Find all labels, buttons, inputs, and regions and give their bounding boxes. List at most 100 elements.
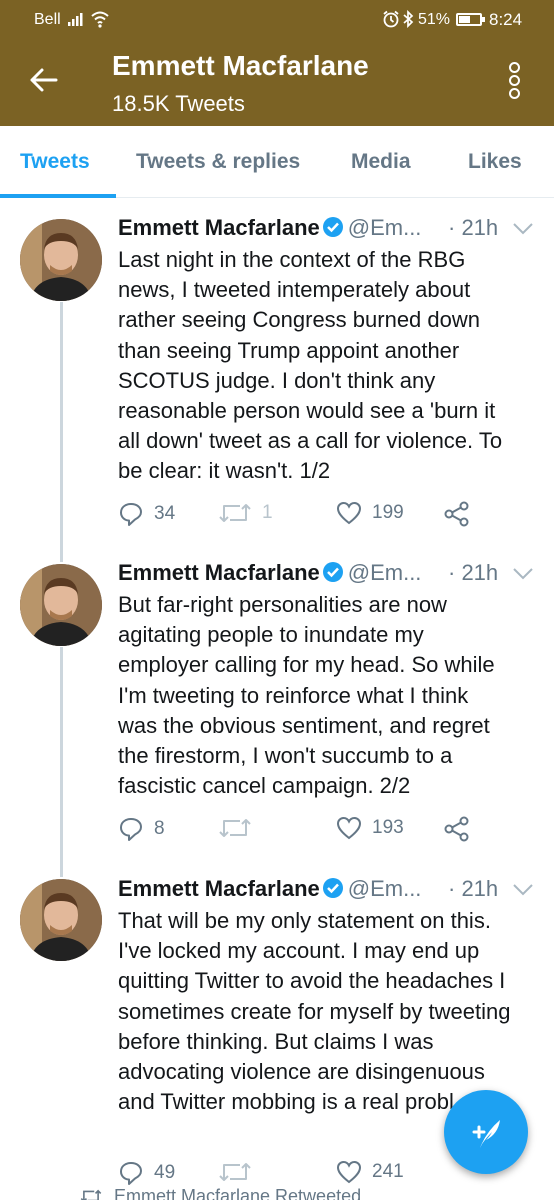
chevron-down-icon[interactable] <box>512 883 534 897</box>
retweet-icon <box>219 1163 251 1181</box>
avatar[interactable] <box>20 879 102 961</box>
share-icon[interactable] <box>444 816 470 842</box>
reply-icon <box>120 503 142 526</box>
reply-icon <box>120 818 142 841</box>
reply-count: 34 <box>154 503 176 524</box>
tweet-actions: 34 1 199 <box>118 501 538 531</box>
heart-icon <box>336 501 362 525</box>
tweet-line: employer calling for my head. So while <box>118 652 495 678</box>
tweet-count: 18.5K Tweets <box>112 91 245 116</box>
reply-icon <box>120 1162 142 1185</box>
like-button[interactable]: 241 <box>336 1160 404 1184</box>
retweet-icon <box>219 504 251 522</box>
status-bar: Bell 51% 8:24 <box>0 0 554 40</box>
tweet-line: be clear: it wasn't. 1/2 <box>118 458 331 484</box>
tweet-text: But far-right personalities are now agit… <box>118 590 538 801</box>
tweet-line: sometimes create for myself by tweeting <box>118 998 511 1024</box>
thread-connector <box>60 302 63 562</box>
retweeted-note: Emmett Macfarlane Retweeted <box>80 1186 361 1200</box>
reply-button[interactable]: 49 <box>118 1160 175 1186</box>
tweet-line: fascistic cancel campaign. 2/2 <box>118 773 411 799</box>
like-count: 241 <box>372 1161 404 1182</box>
tweet-line: I've locked my account. I may end up <box>118 938 480 964</box>
tweet-line: advocating violence are disingenuous <box>118 1059 485 1085</box>
battery-icon <box>456 13 485 26</box>
tweet-handle: @Em... <box>347 876 422 901</box>
tweet-line: Last night in the context of the RBG <box>118 247 466 272</box>
share-icon[interactable] <box>444 501 470 527</box>
avatar[interactable] <box>20 219 102 301</box>
retweet-button[interactable]: 1 <box>218 501 273 525</box>
thread-connector <box>60 647 63 877</box>
tweet-line: agitating people to inundate my <box>118 622 424 648</box>
heart-icon <box>336 1160 362 1184</box>
verified-badge-icon <box>322 217 343 237</box>
tweet-text: That will be my only statement on this. … <box>118 906 538 1117</box>
chevron-down-icon[interactable] <box>512 222 534 236</box>
battery-percent: 51% <box>418 11 451 28</box>
tab-media[interactable]: Media <box>351 150 411 174</box>
wifi-icon <box>91 11 109 28</box>
tweet-time: · 21h <box>448 560 499 585</box>
reply-button[interactable]: 34 <box>118 501 175 527</box>
tweet-header: Emmett Macfarlane @Em... <box>118 876 421 902</box>
retweeted-label: Emmett Macfarlane Retweeted <box>114 1186 362 1200</box>
signal-icon <box>68 13 83 26</box>
tab-tweets[interactable]: Tweets <box>20 150 90 174</box>
bluetooth-icon <box>403 10 414 28</box>
tab-tweets-replies[interactable]: Tweets & replies <box>136 150 300 174</box>
chevron-down-icon[interactable] <box>512 567 534 581</box>
tweet-line: than seeing Trump appoint another <box>118 337 460 363</box>
tweet-line: all down' tweet as a call for violence. … <box>118 428 503 454</box>
compose-tweet-button[interactable] <box>444 1090 528 1174</box>
clock: 8:24 <box>489 10 523 29</box>
tweet-time: · 21h <box>448 215 499 240</box>
compose-feather-icon <box>472 1120 500 1148</box>
tweet-text: Last night in the context of the RBG new… <box>118 245 538 487</box>
heart-icon <box>336 816 362 840</box>
tweet-line: before thinking. But claims I was <box>118 1028 434 1054</box>
tweet-handle: @Em... <box>347 215 422 240</box>
tweet-author[interactable]: Emmett Macfarlane <box>118 215 320 240</box>
back-arrow-icon[interactable] <box>26 62 62 98</box>
verified-badge-icon <box>322 562 343 582</box>
profile-tabs: Tweets Tweets & replies Media Likes <box>0 126 554 198</box>
tweet-line: That will be my only statement on this. <box>118 908 491 933</box>
tweet-line: the firestorm, I won't succumb to a <box>118 743 453 769</box>
tweet-author[interactable]: Emmett Macfarlane <box>118 560 320 585</box>
profile-header: Emmett Macfarlane 18.5K Tweets <box>0 40 554 126</box>
tweet-line: news, I tweeted intemperately about <box>118 277 471 303</box>
retweet-icon <box>80 1189 102 1200</box>
avatar[interactable] <box>20 564 102 646</box>
tweet-time: · 21h <box>448 876 499 901</box>
retweet-count: 1 <box>262 502 273 523</box>
tweet-actions: 8 193 <box>118 816 538 846</box>
tweet-line: reasonable person would see a 'burn it <box>118 398 496 424</box>
tweet-line: I'm tweeting to reinforce what I think <box>118 682 469 708</box>
retweet-button[interactable] <box>218 1160 262 1184</box>
more-options-icon[interactable] <box>500 62 528 102</box>
reply-count: 49 <box>154 1162 176 1183</box>
reply-button[interactable]: 8 <box>118 816 165 842</box>
active-tab-indicator <box>0 194 116 198</box>
alarm-icon <box>383 10 399 28</box>
like-count: 193 <box>372 817 404 838</box>
tweet-author[interactable]: Emmett Macfarlane <box>118 876 320 901</box>
retweet-button[interactable] <box>218 816 262 840</box>
tweet-handle: @Em... <box>347 560 422 585</box>
tweet-line: quitting Twitter to avoid the headaches … <box>118 968 506 994</box>
carrier-name: Bell <box>34 11 61 28</box>
tweet-line: SCOTUS judge. I don't think any <box>118 367 436 393</box>
tab-likes[interactable]: Likes <box>468 150 522 174</box>
like-button[interactable]: 199 <box>336 501 404 525</box>
tweet-line: But far-right personalities are now <box>118 592 447 617</box>
verified-badge-icon <box>322 878 343 898</box>
tweet-line: was the obvious sentiment, and regret <box>118 712 490 738</box>
tweet-line: rather seeing Congress burned down <box>118 307 481 333</box>
retweet-icon <box>219 819 251 837</box>
like-count: 199 <box>372 502 404 523</box>
reply-count: 8 <box>154 818 165 839</box>
profile-name: Emmett Macfarlane <box>112 50 369 81</box>
tweet-header: Emmett Macfarlane @Em... <box>118 560 421 586</box>
like-button[interactable]: 193 <box>336 816 404 840</box>
